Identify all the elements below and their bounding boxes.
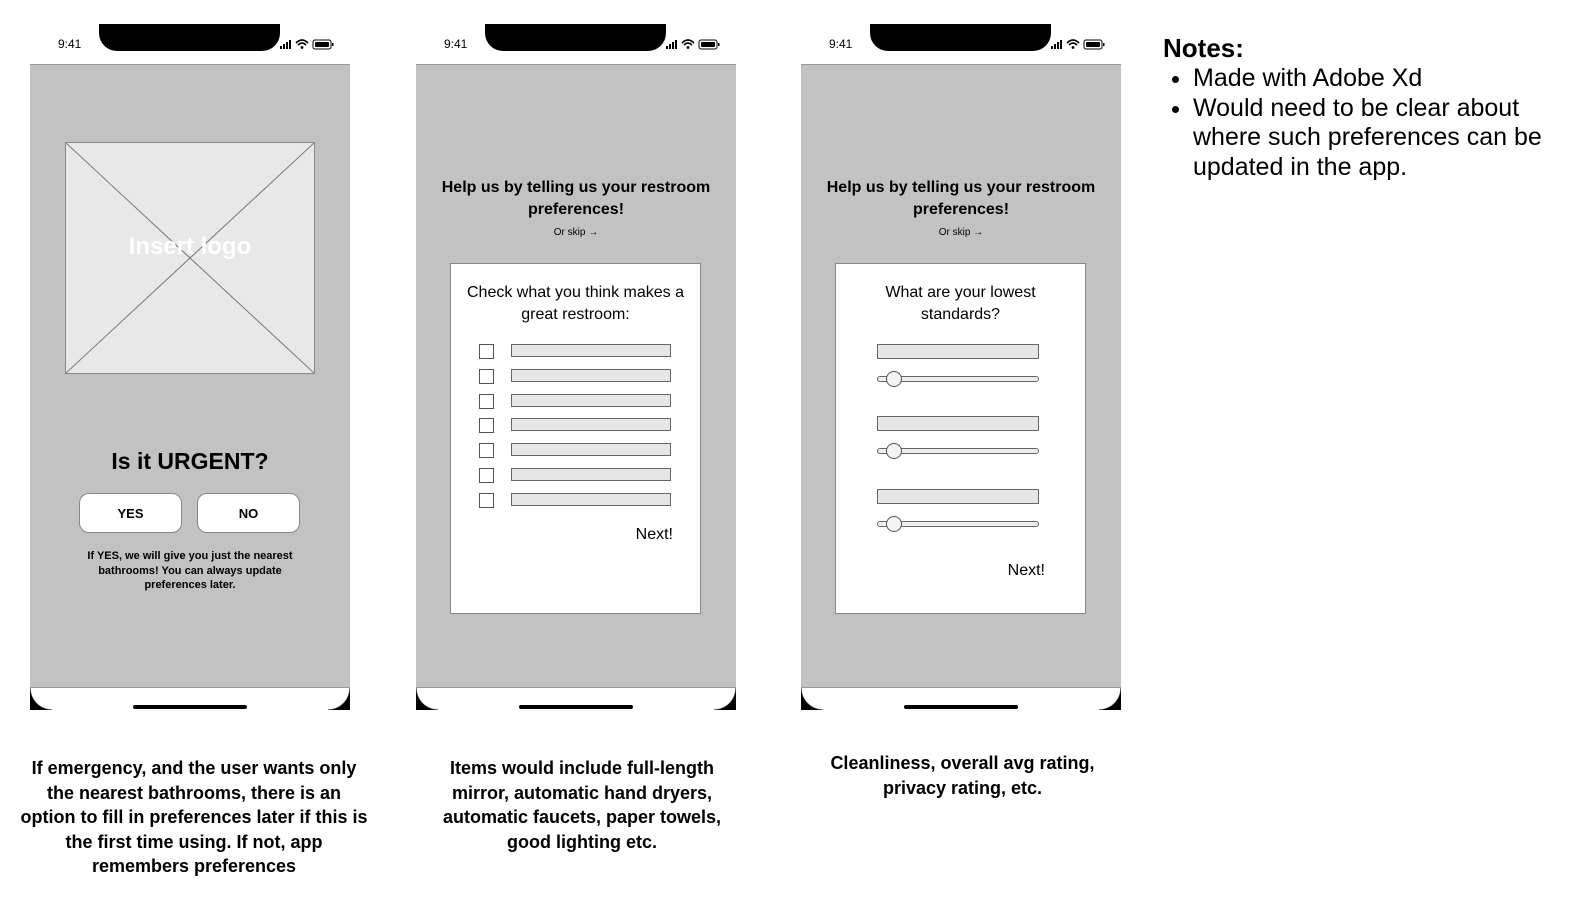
notch	[99, 24, 280, 51]
battery-icon	[1083, 39, 1105, 50]
status-time: 9:41	[58, 37, 82, 51]
status-time: 9:41	[444, 37, 468, 51]
checklist-row[interactable]	[479, 468, 672, 484]
status-icons	[280, 39, 334, 50]
checkbox[interactable]	[479, 492, 494, 508]
signal-icon	[1051, 40, 1062, 49]
signal-icon	[666, 40, 677, 49]
item-label-placeholder	[511, 418, 671, 432]
standards-title: What are your lowest standards?	[885, 284, 1036, 323]
urgent-explanation: If YES, we will give you just the neares…	[87, 550, 293, 591]
checklist-row[interactable]	[479, 418, 672, 434]
skip-link[interactable]: Or skip →	[801, 227, 1121, 238]
wifi-icon	[1066, 39, 1080, 49]
preferences-heading: Help us by telling us your restroom pref…	[441, 179, 711, 218]
item-label-placeholder	[511, 393, 671, 407]
home-bar-area	[30, 688, 350, 720]
next-button[interactable]: Next!	[836, 562, 1045, 580]
item-label-placeholder	[511, 443, 671, 457]
battery-icon	[698, 39, 720, 50]
standard-label-placeholder	[877, 344, 1039, 359]
checklist-row[interactable]	[479, 443, 672, 459]
home-indicator[interactable]	[133, 705, 247, 709]
notch	[485, 24, 666, 51]
screen-area: Insert logo Is it URGENT? YES NO If YES,…	[30, 64, 350, 688]
notes-item: Would need to be clear about where such …	[1193, 94, 1583, 183]
checkbox[interactable]	[479, 344, 494, 359]
home-indicator[interactable]	[904, 705, 1018, 709]
corner-left	[416, 688, 438, 710]
next-button[interactable]: Next!	[451, 526, 673, 544]
item-label-placeholder	[511, 468, 671, 481]
standard-label-placeholder	[877, 416, 1039, 431]
checkbox[interactable]	[479, 468, 494, 483]
checklist-row[interactable]	[479, 368, 672, 385]
notes-title: Notes:	[1163, 33, 1244, 63]
home-bar-area	[416, 688, 736, 720]
home-indicator[interactable]	[519, 705, 633, 709]
checkbox[interactable]	[479, 393, 494, 409]
slider-thumb[interactable]	[886, 443, 902, 459]
corner-left	[30, 688, 52, 710]
preferences-heading: Help us by telling us your restroom pref…	[826, 179, 1096, 218]
checklist-card: Check what you think makes a great restr…	[450, 263, 701, 614]
status-bar: 9:41	[30, 24, 350, 64]
phone-screen-checklist: 9:41 Help us by telling us your restroom…	[416, 24, 736, 720]
skip-link[interactable]: Or skip →	[416, 227, 736, 238]
wifi-icon	[681, 39, 695, 49]
signal-icon	[280, 40, 291, 49]
status-time: 9:41	[829, 37, 853, 51]
home-bar-area	[801, 688, 1121, 720]
logo-placeholder-text: Insert logo	[128, 233, 252, 260]
wifi-icon	[295, 39, 309, 49]
screen-area: Help us by telling us your restroom pref…	[416, 64, 736, 688]
yes-button[interactable]: YES	[79, 493, 182, 533]
status-icons	[1051, 39, 1105, 50]
checkbox[interactable]	[479, 368, 494, 384]
item-label-placeholder	[511, 492, 671, 506]
status-bar: 9:41	[416, 24, 736, 64]
phone-screen-standards: 9:41 Help us by telling us your restroom…	[801, 24, 1121, 720]
battery-icon	[312, 39, 334, 50]
corner-right	[1099, 688, 1121, 710]
caption-screen-urgent: If emergency, and the user wants only th…	[20, 758, 368, 876]
status-icons	[666, 39, 720, 50]
checklist-row[interactable]	[479, 393, 672, 410]
logo-placeholder: Insert logo	[65, 142, 315, 374]
corner-right	[714, 688, 736, 710]
checklist-row[interactable]	[479, 492, 672, 509]
checkbox[interactable]	[479, 418, 494, 434]
caption-screen-standards: Cleanliness, overall avg rating, privacy…	[830, 753, 1095, 798]
standards-card: What are your lowest standards? Next!	[835, 263, 1086, 614]
checklist-title: Check what you think makes a great restr…	[467, 284, 684, 323]
slider-thumb[interactable]	[886, 516, 902, 532]
corner-left	[801, 688, 823, 710]
notes-item: Made with Adobe Xd	[1193, 64, 1583, 94]
corner-right	[328, 688, 350, 710]
notes-list: Made with Adobe Xd Would need to be clea…	[1163, 64, 1583, 182]
item-label-placeholder	[511, 368, 671, 382]
caption-screen-checklist: Items would include full-length mirror, …	[442, 758, 722, 852]
urgent-title: Is it URGENT?	[111, 448, 269, 474]
phone-screen-urgent: 9:41 Insert logo Is it URGENT? YES NO If…	[30, 24, 350, 720]
standard-label-placeholder	[877, 489, 1039, 504]
slider-thumb[interactable]	[886, 371, 902, 387]
checklist-row[interactable]	[479, 344, 672, 360]
notch	[870, 24, 1051, 51]
notes-panel: Notes: Made with Adobe Xd Would need to …	[1163, 32, 1583, 182]
checkbox[interactable]	[479, 443, 494, 459]
screen-area: Help us by telling us your restroom pref…	[801, 64, 1121, 688]
no-button[interactable]: NO	[197, 493, 300, 533]
item-label-placeholder	[511, 344, 671, 357]
status-bar: 9:41	[801, 24, 1121, 64]
